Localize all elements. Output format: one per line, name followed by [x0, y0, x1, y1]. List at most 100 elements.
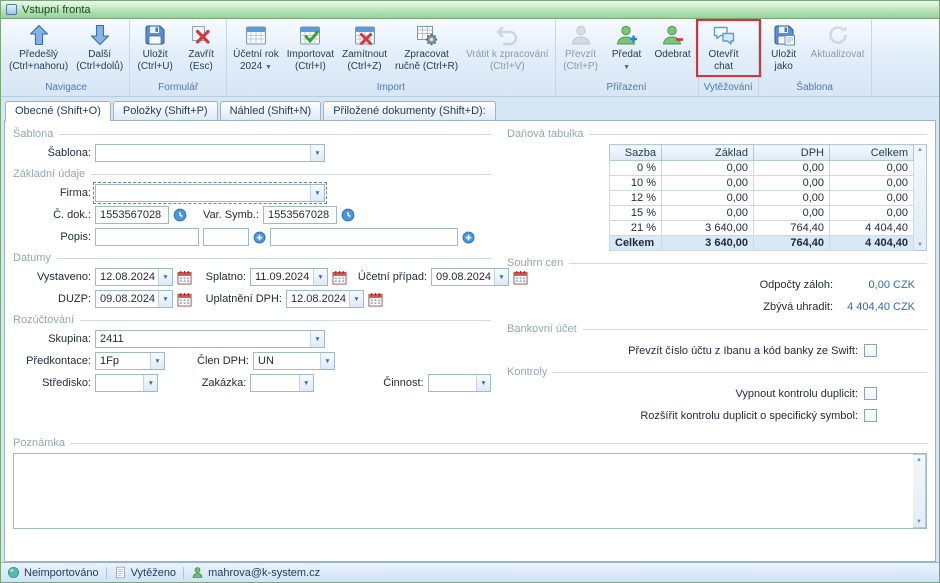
aktualizovat-button: Aktualizovat — [807, 20, 869, 61]
chevron-down-icon[interactable]: ▼ — [143, 375, 157, 391]
tax-row[interactable]: 12 %0,000,000,00 — [610, 191, 914, 206]
duzp-date-combo[interactable]: 09.08.2024▼ — [95, 290, 173, 308]
chevron-down-icon[interactable]: ▼ — [476, 375, 490, 391]
zpracovat-rucne-button[interactable]: Zpracovatručně (Ctrl+R) — [391, 20, 462, 73]
chevron-down-icon[interactable]: ▼ — [158, 269, 172, 285]
chevron-down-icon[interactable]: ▼ — [158, 291, 172, 307]
document-icon — [114, 566, 127, 579]
popis-input-1[interactable] — [95, 228, 199, 246]
window-title: Vstupní fronta — [22, 4, 91, 16]
annotation-red-box — [696, 19, 761, 77]
varsymb-input[interactable] — [263, 206, 337, 224]
tab-page-obecne: Šablona Šablona: ▼ Základní údaje Firma:… — [4, 120, 936, 562]
zbyva-uhradit-row: Zbývá uhradit: 4 404,40 CZK — [507, 301, 915, 313]
poznamka-scrollbar[interactable]: ▲▼ — [913, 454, 926, 528]
uplatneni-dph-date-combo[interactable]: 12.08.2024▼ — [286, 290, 364, 308]
ribbon-group-label-vytezovani: Vytěžování — [701, 81, 756, 96]
vystaveno-date-combo[interactable]: 12.08.2024▼ — [95, 268, 173, 286]
zakazka-label: Zakázka: — [170, 377, 246, 389]
chevron-down-icon[interactable]: ▼ — [310, 185, 324, 201]
clen-dph-label: Člen DPH: — [177, 355, 249, 367]
popis-input-3[interactable] — [270, 228, 458, 246]
tab-prilozene-dokumenty[interactable]: Přiložené dokumenty (Shift+D): — [323, 101, 496, 120]
section-poznamka: Poznámka — [13, 437, 927, 449]
chevron-down-icon[interactable]: ▼ — [299, 375, 313, 391]
tax-table-scrollbar[interactable]: ▲▼ — [914, 144, 927, 251]
odebrat-button[interactable]: Odebrat — [650, 20, 696, 61]
zbyva-uhradit-value: 4 404,40 CZK — [843, 301, 915, 313]
chevron-down-icon[interactable]: ▼ — [150, 353, 164, 369]
add-icon[interactable] — [462, 231, 475, 244]
calendar-picker-icon[interactable] — [177, 292, 192, 307]
predkontace-combo[interactable]: 1Fp▼ — [95, 352, 165, 370]
cdok-input[interactable] — [95, 206, 169, 224]
poznamka-input[interactable] — [14, 454, 913, 528]
calendar-picker-icon[interactable] — [177, 270, 192, 285]
cinnost-combo[interactable]: ▼ — [428, 374, 491, 392]
tabstrip: Obecné (Shift+O) Položky (Shift+P) Náhle… — [1, 97, 939, 120]
vypnout-duplicity-checkbox[interactable] — [864, 387, 877, 400]
stredisko-combo[interactable]: ▼ — [95, 374, 158, 392]
col-header-sazba[interactable]: Sazba — [610, 145, 662, 161]
ucetni-rok-dropdown[interactable]: Účetní rok2024 ▼ — [229, 20, 283, 73]
tax-row[interactable]: 15 %0,000,000,00 — [610, 206, 914, 221]
calendar-picker-icon[interactable] — [368, 292, 383, 307]
sablona-combo[interactable]: ▼ — [95, 144, 325, 162]
ribbon-group-label-navigace: Navigace — [5, 81, 127, 96]
tab-nahled[interactable]: Náhled (Shift+N) — [220, 101, 322, 120]
skupina-combo[interactable]: 2411▼ — [95, 330, 325, 348]
tab-obecne[interactable]: Obecné (Shift+O) — [5, 101, 111, 121]
cinnost-label: Činnost: — [340, 377, 424, 389]
zamitnout-button[interactable]: Zamítnout(Ctrl+Z) — [338, 20, 391, 73]
import-status: Neimportováno — [7, 566, 99, 579]
chevron-down-icon[interactable]: ▼ — [313, 269, 327, 285]
chevron-down-icon[interactable]: ▼ — [310, 145, 324, 161]
chevron-down-icon[interactable]: ▼ — [320, 353, 334, 369]
duzp-label: DUZP: — [13, 293, 91, 305]
firma-combo[interactable]: ▼ — [95, 184, 325, 202]
zakazka-combo[interactable]: ▼ — [250, 374, 313, 392]
clen-dph-combo[interactable]: UN▼ — [253, 352, 335, 370]
app-icon — [6, 4, 17, 15]
scroll-up-icon[interactable]: ▲ — [917, 147, 923, 153]
scroll-down-icon[interactable]: ▼ — [917, 242, 923, 248]
popis-input-2[interactable] — [203, 228, 249, 246]
calendar-picker-icon[interactable] — [332, 270, 347, 285]
add-icon[interactable] — [253, 231, 266, 244]
importovat-button[interactable]: Importovat(Ctrl+I) — [283, 20, 338, 73]
iban-swift-checkbox[interactable] — [864, 344, 877, 357]
ulozit-button[interactable]: Uložit(Ctrl+U) — [132, 20, 178, 73]
rozsirit-duplicity-label: Rozšířit kontrolu duplicit o specifický … — [640, 410, 858, 422]
tab-polozky[interactable]: Položky (Shift+P) — [113, 101, 218, 120]
chevron-down-icon[interactable]: ▼ — [310, 331, 324, 347]
user-icon — [191, 566, 204, 579]
save-as-icon — [772, 23, 796, 47]
tax-row[interactable]: 0 %0,000,000,00 — [610, 161, 914, 176]
scroll-up-icon[interactable]: ▲ — [916, 457, 922, 463]
predat-dropdown[interactable]: Předat▼ — [604, 20, 650, 73]
col-header-celkem[interactable]: Celkem — [830, 145, 914, 161]
chevron-down-icon[interactable]: ▼ — [349, 291, 363, 307]
ulozit-jako-button[interactable]: Uložitjako — [761, 20, 807, 73]
rozsirit-duplicity-checkbox[interactable] — [864, 409, 877, 422]
ribbon-group-label-formular: Formulář — [132, 81, 224, 96]
tax-row[interactable]: 21 %3 640,00764,404 404,40 — [610, 221, 914, 236]
close-icon — [189, 23, 213, 47]
col-header-dph[interactable]: DPH — [754, 145, 830, 161]
splatno-date-combo[interactable]: 11.09.2024▼ — [250, 268, 328, 286]
zavrit-button[interactable]: Zavřít(Esc) — [178, 20, 224, 73]
predesly-button[interactable]: Předešlý(Ctrl+nahoru) — [5, 20, 72, 73]
scroll-down-icon[interactable]: ▼ — [916, 519, 922, 525]
calendar-icon — [244, 23, 268, 47]
cdok-label: Č. dok.: — [13, 209, 91, 221]
tax-header-row: Sazba Základ DPH Celkem — [610, 145, 914, 161]
history-icon[interactable] — [341, 208, 355, 222]
history-icon[interactable] — [173, 208, 187, 222]
odpocty-zaloh-label: Odpočty záloh: — [760, 279, 833, 291]
col-header-zaklad[interactable]: Základ — [662, 145, 754, 161]
vypnout-duplicity-label: Vypnout kontrolu duplicit: — [736, 388, 859, 400]
tax-row[interactable]: 10 %0,000,000,00 — [610, 176, 914, 191]
person-remove-icon — [661, 23, 685, 47]
uplatneni-dph-label: Uplatnění DPH: — [200, 293, 282, 305]
dalsi-button[interactable]: Další(Ctrl+dolů) — [72, 20, 127, 73]
